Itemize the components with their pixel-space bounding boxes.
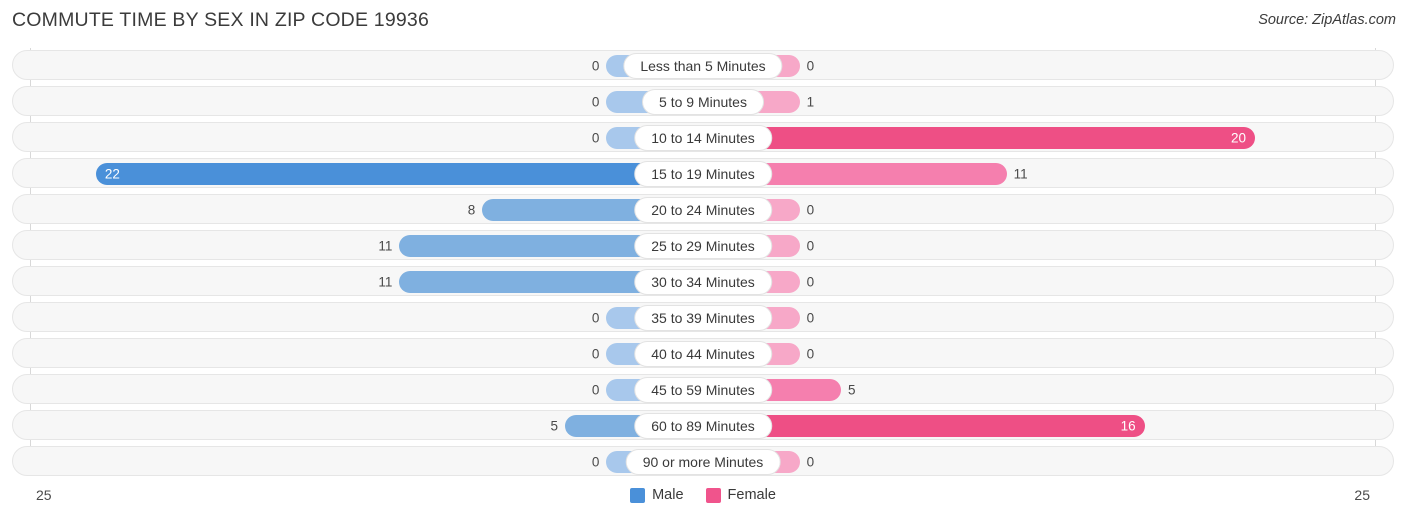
- table-row[interactable]: 11 0 30 to 34 Minutes: [12, 266, 1394, 296]
- row-category-label: 90 or more Minutes: [625, 449, 781, 475]
- legend-item-female[interactable]: Female: [705, 487, 776, 503]
- table-row[interactable]: 5 16 60 to 89 Minutes: [12, 410, 1394, 440]
- table-row[interactable]: 0 5 45 to 59 Minutes: [12, 374, 1394, 404]
- row-bars: 11 0 25 to 29 Minutes: [13, 231, 1393, 259]
- row-bars: 0 5 45 to 59 Minutes: [13, 375, 1393, 403]
- bar-value-male: 11: [378, 274, 393, 290]
- bar-value-female: 0: [806, 310, 815, 326]
- table-row[interactable]: 11 0 25 to 29 Minutes: [12, 230, 1394, 260]
- row-category-label: 40 to 44 Minutes: [634, 341, 772, 367]
- table-row[interactable]: 0 0 90 or more Minutes: [12, 446, 1394, 476]
- bar-value-female: 0: [806, 454, 815, 470]
- row-category-label: 20 to 24 Minutes: [634, 197, 772, 223]
- row-category-label: 60 to 89 Minutes: [634, 413, 772, 439]
- row-category-label: 30 to 34 Minutes: [634, 269, 772, 295]
- row-category-label: 5 to 9 Minutes: [642, 89, 764, 115]
- row-category-label: 25 to 29 Minutes: [634, 233, 772, 259]
- row-category-label: 35 to 39 Minutes: [634, 305, 772, 331]
- bar-value-male: 8: [467, 202, 476, 218]
- legend-item-male[interactable]: Male: [630, 487, 684, 503]
- table-row[interactable]: 0 0 Less than 5 Minutes: [12, 50, 1394, 80]
- row-bars: 0 0 Less than 5 Minutes: [13, 51, 1393, 79]
- row-bars: 0 0 40 to 44 Minutes: [13, 339, 1393, 367]
- row-bars: 0 0 35 to 39 Minutes: [13, 303, 1393, 331]
- bar-value-female: 0: [806, 238, 815, 254]
- legend-swatch-icon: [630, 487, 646, 503]
- row-bars: 8 0 20 to 24 Minutes: [13, 195, 1393, 223]
- bar-value-female: 0: [806, 202, 815, 218]
- bar-value-female: 0: [806, 58, 815, 74]
- table-row[interactable]: 22 11 15 to 19 Minutes: [12, 158, 1394, 188]
- legend-label: Female: [727, 487, 776, 503]
- source-attribution: Source: ZipAtlas.com: [1258, 12, 1396, 28]
- table-row[interactable]: 8 0 20 to 24 Minutes: [12, 194, 1394, 224]
- row-bars: 11 0 30 to 34 Minutes: [13, 267, 1393, 295]
- chart-legend: Male Female: [0, 487, 1406, 503]
- table-row[interactable]: 0 0 40 to 44 Minutes: [12, 338, 1394, 368]
- row-category-label: 15 to 19 Minutes: [634, 161, 772, 187]
- legend-swatch-icon: [705, 487, 721, 503]
- bar-value-female: 20: [1230, 130, 1246, 146]
- table-row[interactable]: 0 0 35 to 39 Minutes: [12, 302, 1394, 332]
- bar-value-male: 0: [591, 346, 600, 362]
- chart-page: COMMUTE TIME BY SEX IN ZIP CODE 19936 So…: [0, 0, 1406, 522]
- bar-value-male: 5: [550, 418, 558, 434]
- table-row[interactable]: 0 1 5 to 9 Minutes: [12, 86, 1394, 116]
- chart-header: COMMUTE TIME BY SEX IN ZIP CODE 19936 So…: [0, 0, 1406, 40]
- legend-label: Male: [652, 487, 684, 503]
- row-category-label: 45 to 59 Minutes: [634, 377, 772, 403]
- bar-value-male: 0: [591, 130, 600, 146]
- bar-value-female: 0: [806, 274, 815, 290]
- bar-male[interactable]: 22: [95, 163, 703, 185]
- row-bars: 0 1 5 to 9 Minutes: [13, 87, 1393, 115]
- bar-female[interactable]: 20: [703, 127, 1255, 149]
- chart-axis-footer: 25 25 Male Female: [0, 482, 1406, 522]
- table-row[interactable]: 0 20 10 to 14 Minutes: [12, 122, 1394, 152]
- bar-rows-container: 0 0 Less than 5 Minutes 0 1 5 to 9 Minutes 0 20…: [12, 50, 1394, 482]
- bar-value-female: 11: [1013, 166, 1028, 182]
- bar-value-female: 16: [1120, 418, 1136, 434]
- row-bars: 0 0 90 or more Minutes: [13, 447, 1393, 475]
- bar-value-female: 0: [806, 346, 815, 362]
- bar-value-male: 0: [591, 454, 600, 470]
- bar-value-male: 11: [378, 238, 393, 254]
- row-bars: 5 16 60 to 89 Minutes: [13, 411, 1393, 439]
- page-title: COMMUTE TIME BY SEX IN ZIP CODE 19936: [12, 9, 430, 31]
- bar-value-male: 0: [591, 382, 600, 398]
- row-category-label: Less than 5 Minutes: [623, 53, 783, 79]
- row-bars: 0 20 10 to 14 Minutes: [13, 123, 1393, 151]
- bar-value-male: 0: [591, 310, 600, 326]
- bar-value-male: 22: [104, 166, 120, 182]
- row-bars: 22 11 15 to 19 Minutes: [13, 159, 1393, 187]
- row-category-label: 10 to 14 Minutes: [634, 125, 772, 151]
- chart-plot-area: 0 0 Less than 5 Minutes 0 1 5 to 9 Minutes 0 20…: [0, 48, 1406, 482]
- bar-value-male: 0: [591, 94, 600, 110]
- bar-value-male: 0: [591, 58, 600, 74]
- bar-value-female: 5: [848, 382, 856, 398]
- bar-value-female: 1: [806, 94, 815, 110]
